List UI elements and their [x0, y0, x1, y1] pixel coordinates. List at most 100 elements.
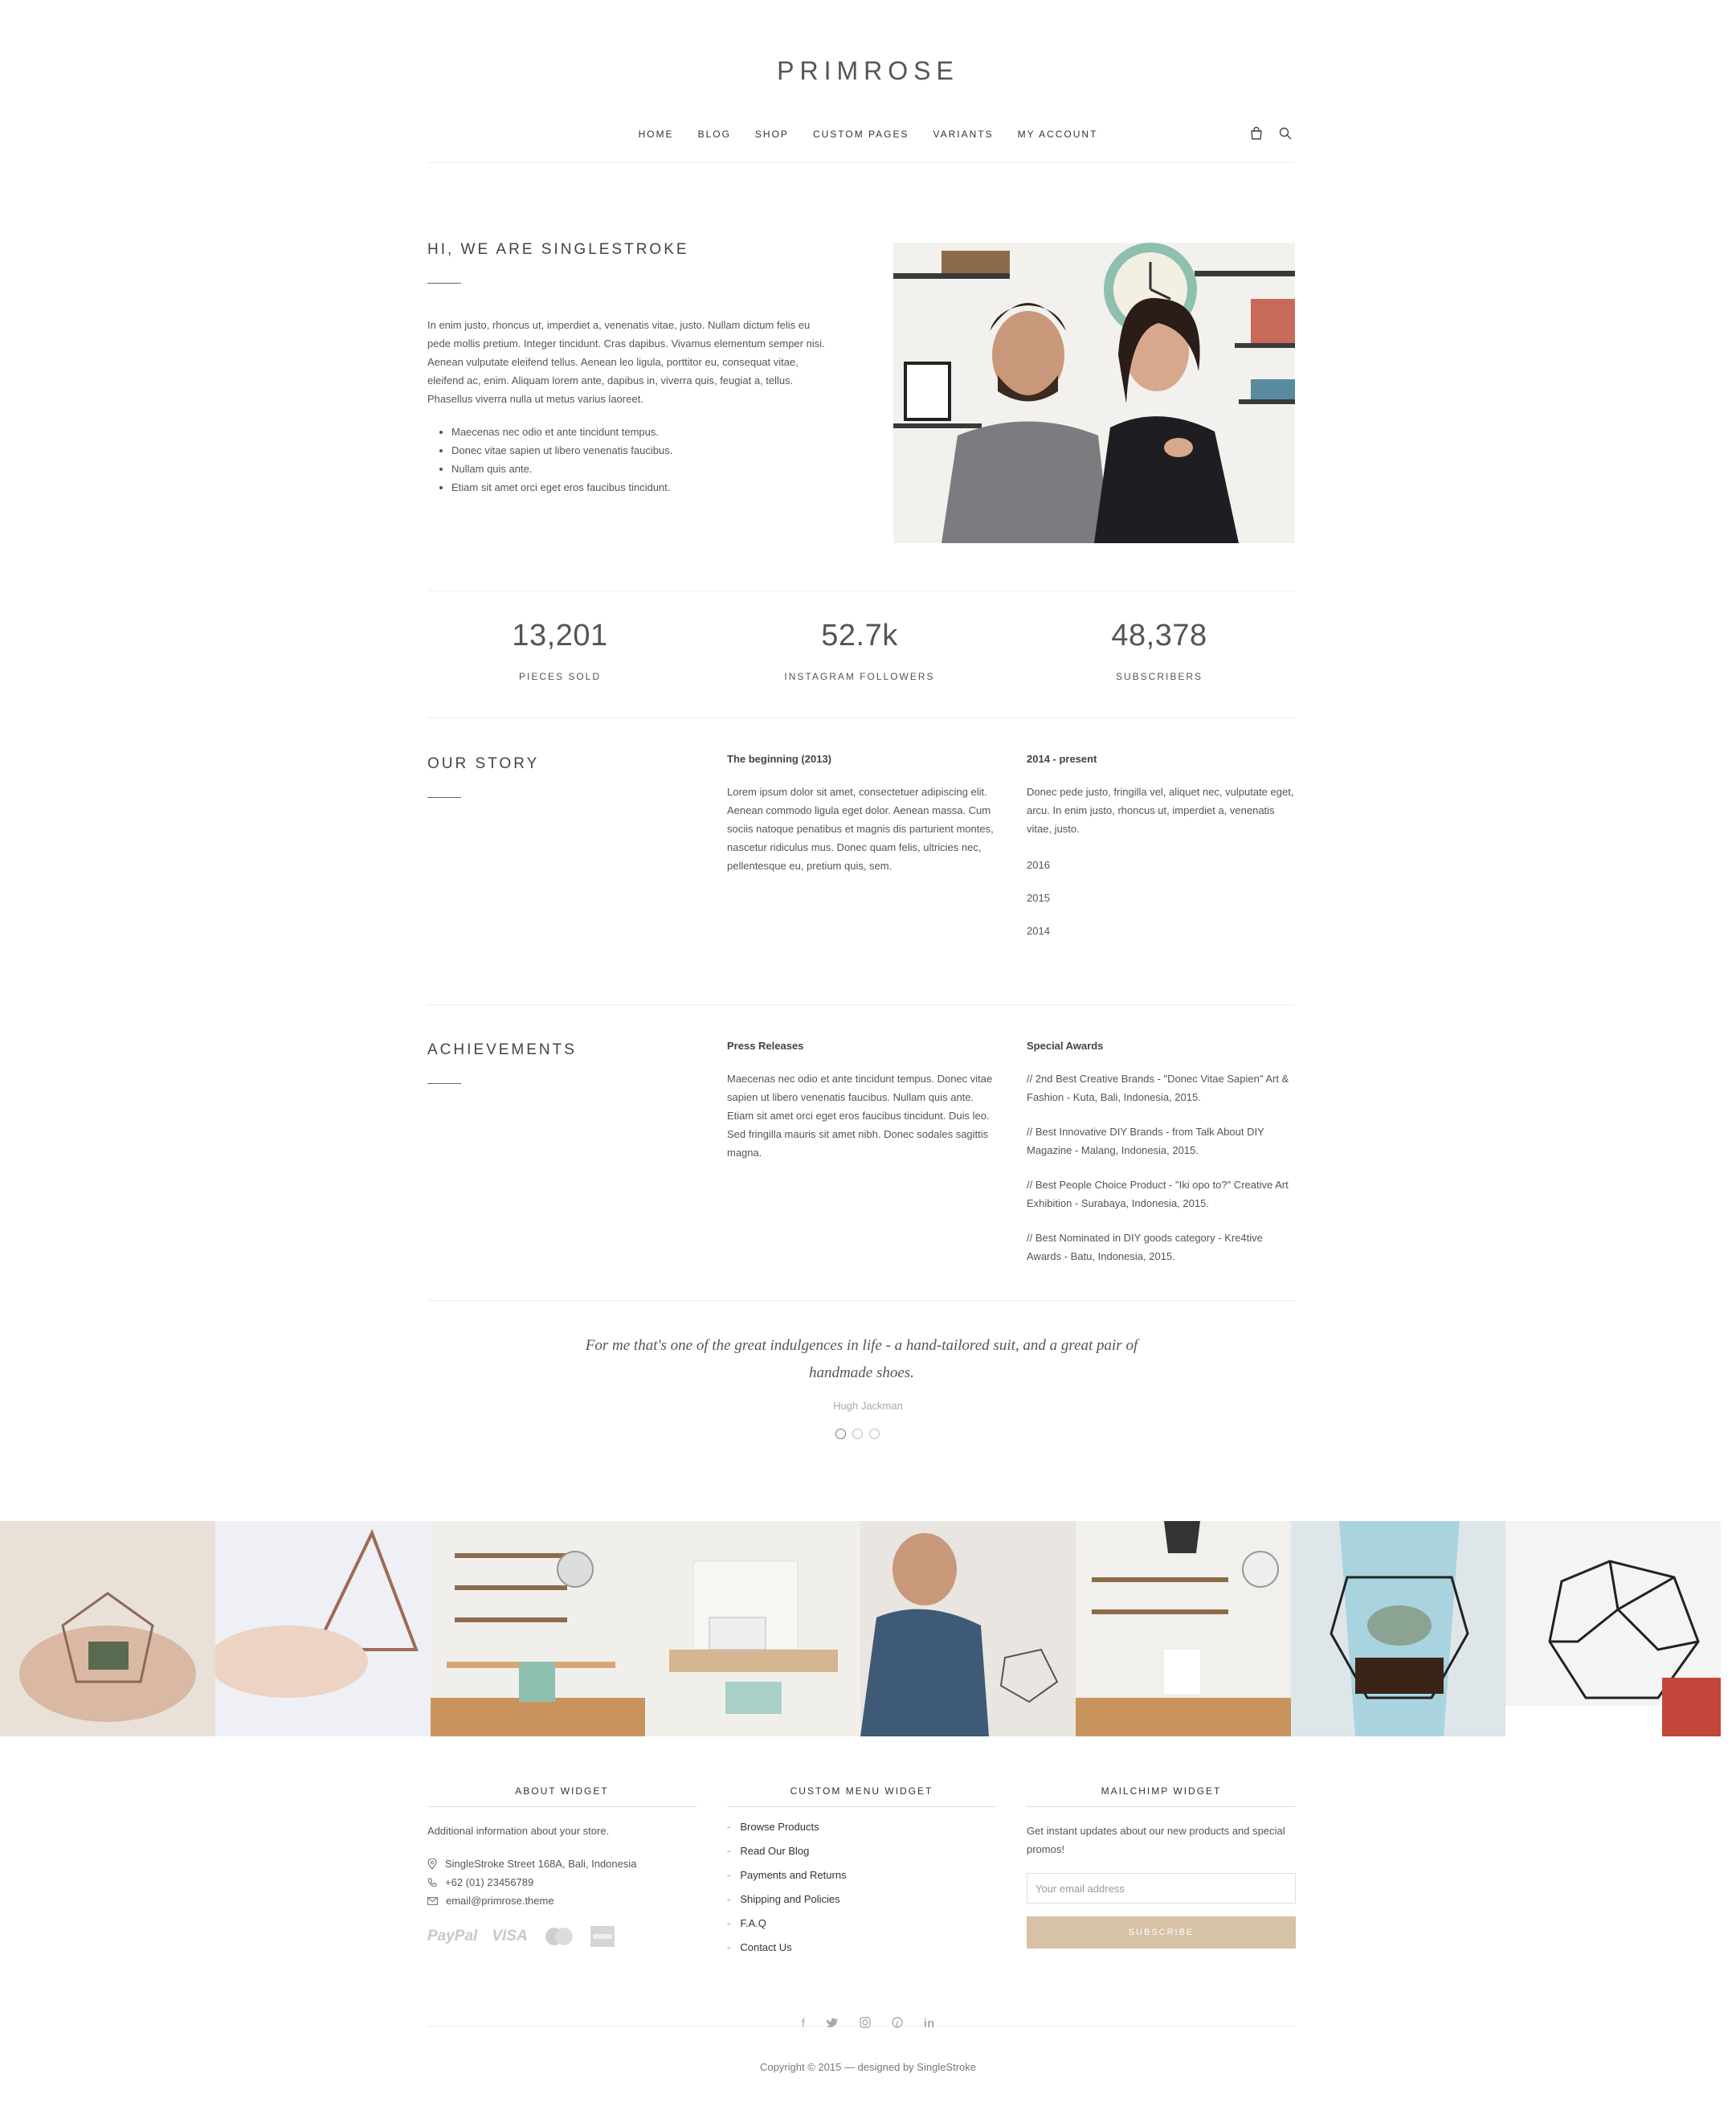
- contact-address: SingleStroke Street 168A, Bali, Indonesi…: [427, 1855, 696, 1873]
- shopping-bag-icon[interactable]: [1249, 126, 1264, 141]
- contact-phone: +62 (01) 23456789: [427, 1873, 696, 1891]
- award-item: // Best Nominated in DIY goods category …: [1027, 1232, 1263, 1262]
- widget-title: MAILCHIMP WIDGET: [1027, 1785, 1296, 1807]
- testimonial-author: Hugh Jackman: [833, 1400, 903, 1412]
- year-label: 2015: [1027, 892, 1050, 904]
- intro-body: In enim justo, rhoncus ut, imperdiet a, …: [427, 319, 825, 405]
- map-pin-icon: [427, 1858, 437, 1870]
- achievements-title: ACHIEVEMENTS: [427, 1041, 577, 1058]
- gallery-image-sewing-table[interactable]: [645, 1521, 860, 1736]
- envelope-icon: [427, 1896, 438, 1905]
- visa-logo: VISA: [492, 1928, 528, 1944]
- twitter-icon[interactable]: [823, 2017, 840, 2031]
- payment-methods: PayPal VISA: [427, 1926, 696, 1947]
- nav-item-variants[interactable]: VARIANTS: [933, 129, 994, 140]
- list-item: Etiam sit amet orci eget eros faucibus t…: [451, 478, 829, 497]
- nav-item-blog[interactable]: BLOG: [698, 129, 731, 140]
- main-nav: HOME BLOG SHOP CUSTOM PAGES VARIANTS MY …: [0, 129, 1736, 140]
- footer-link-contact-us[interactable]: - Contact Us: [727, 1936, 996, 1960]
- gallery-image-studio[interactable]: [1075, 1521, 1291, 1736]
- nav-item-shop[interactable]: SHOP: [755, 129, 789, 140]
- header-icons: [1249, 126, 1293, 141]
- email-text[interactable]: email@primrose.theme: [446, 1895, 554, 1907]
- footer-menu-list: - Browse Products - Read Our Blog - Payment…: [727, 1815, 996, 1960]
- header-divider: [427, 162, 1295, 163]
- special-awards-column: Special Awards // 2nd Best Creative Bran…: [1027, 1040, 1296, 1266]
- gallery-image-workspace[interactable]: [430, 1521, 646, 1736]
- footer-link-payments-returns[interactable]: - Payments and Returns: [727, 1863, 996, 1887]
- mailchimp-widget: MAILCHIMP WIDGET Get instant updates abo…: [1027, 1785, 1296, 1949]
- column-title: Press Releases: [727, 1040, 804, 1052]
- phone-text[interactable]: +62 (01) 23456789: [445, 1876, 533, 1888]
- about-text: Additional information about your store.: [427, 1825, 610, 1837]
- year-label: 2016: [1027, 859, 1050, 871]
- address-text: SingleStroke Street 168A, Bali, Indonesi…: [445, 1858, 637, 1870]
- title-underline: [427, 797, 461, 798]
- email-input[interactable]: Your email address: [1027, 1873, 1296, 1904]
- instagram-icon[interactable]: [857, 2017, 872, 2031]
- column-body: Maecenas nec odio et ante tincidunt temp…: [727, 1073, 993, 1159]
- column-body: Donec pede justo, fringilla vel, aliquet…: [1027, 786, 1294, 835]
- copyright-text: Copyright © 2015 — designed by SingleStr…: [759, 2061, 976, 2073]
- newsletter-text: Get instant updates about our new produc…: [1027, 1825, 1285, 1855]
- title-underline: [427, 1083, 461, 1084]
- mastercard-logo: [545, 1928, 573, 1945]
- slider-dot[interactable]: [869, 1429, 880, 1439]
- linkedin-icon[interactable]: in: [921, 2017, 937, 2031]
- achievements-heading: ACHIEVEMENTS: [427, 1041, 696, 1084]
- phone-icon: [427, 1877, 437, 1887]
- section-divider: [427, 1004, 1295, 1005]
- nav-item-custom-pages[interactable]: CUSTOM PAGES: [813, 129, 909, 140]
- stat-label: SUBSCRIBERS: [1115, 671, 1203, 682]
- contact-list: SingleStroke Street 168A, Bali, Indonesi…: [427, 1855, 696, 1910]
- gallery-image-craftsman[interactable]: [860, 1521, 1076, 1736]
- testimonial-pagination: [835, 1429, 880, 1439]
- title-underline: [427, 283, 461, 284]
- year-label: 2014: [1027, 925, 1050, 937]
- column-title: 2014 - present: [1027, 753, 1097, 765]
- gallery-image-succulent-terrarium[interactable]: [1290, 1521, 1506, 1736]
- gallery-image-geometric-planter[interactable]: [1505, 1521, 1721, 1736]
- about-widget: ABOUT WIDGET Additional information abou…: [427, 1785, 696, 1947]
- footer-link-faq[interactable]: - F.A.Q: [727, 1912, 996, 1936]
- pinterest-icon[interactable]: [889, 2017, 905, 2031]
- story-column-present: 2014 - present Donec pede justo, fringil…: [1027, 753, 1296, 937]
- slider-dot[interactable]: [852, 1429, 863, 1439]
- intro-title: HI, WE ARE SINGLESTROKE: [427, 241, 689, 258]
- nav-item-home[interactable]: HOME: [639, 129, 674, 140]
- gallery-image-terrarium-hands[interactable]: [0, 1521, 215, 1736]
- footer-link-read-blog[interactable]: - Read Our Blog: [727, 1839, 996, 1863]
- stat-label: PIECES SOLD: [518, 671, 602, 682]
- subscribe-button[interactable]: SUBSCRIBE: [1027, 1916, 1296, 1949]
- team-photo: [893, 243, 1295, 543]
- award-item: // Best People Choice Product - "Iki opo…: [1027, 1179, 1289, 1209]
- column-title: Special Awards: [1027, 1040, 1104, 1052]
- section-divider: [427, 1300, 1295, 1301]
- footer-link-shipping-policies[interactable]: - Shipping and Policies: [727, 1887, 996, 1912]
- widget-title: CUSTOM MENU WIDGET: [727, 1785, 996, 1807]
- column-body: Lorem ipsum dolor sit amet, consectetuer…: [727, 786, 994, 872]
- contact-email: email@primrose.theme: [427, 1891, 696, 1910]
- list-item: Donec vitae sapien ut libero venenatis f…: [451, 441, 829, 460]
- story-heading: OUR STORY: [427, 755, 696, 798]
- stat-pieces-sold: 13,201 PIECES SOLD: [415, 619, 705, 682]
- story-title: OUR STORY: [427, 755, 540, 772]
- intro-bullet-list: Maecenas nec odio et ante tincidunt temp…: [427, 423, 829, 497]
- slider-dot[interactable]: [835, 1429, 846, 1439]
- nav-item-my-account[interactable]: MY ACCOUNT: [1018, 129, 1098, 140]
- stat-subscribers: 48,378 SUBSCRIBERS: [1015, 619, 1304, 682]
- social-links: f in: [0, 2017, 1736, 2031]
- facebook-icon[interactable]: f: [799, 2017, 807, 2031]
- award-item: // Best Innovative DIY Brands - from Tal…: [1027, 1126, 1264, 1156]
- amex-logo: [590, 1926, 615, 1947]
- stat-label: INSTAGRAM FOLLOWERS: [784, 671, 935, 682]
- widget-title: ABOUT WIDGET: [427, 1785, 696, 1807]
- intro-section: HI, WE ARE SINGLESTROKE In enim justo, r…: [427, 241, 829, 497]
- site-logo[interactable]: PRIMROSE: [0, 56, 1736, 86]
- gallery-image-triangle-hand[interactable]: [214, 1521, 431, 1736]
- footer-link-browse-products[interactable]: - Browse Products: [727, 1815, 996, 1839]
- instagram-gallery: [0, 1521, 1721, 1736]
- award-item: // 2nd Best Creative Brands - "Donec Vit…: [1027, 1073, 1289, 1103]
- testimonial-quote: For me that's one of the great indulgenc…: [585, 1337, 1138, 1381]
- search-icon[interactable]: [1278, 126, 1293, 141]
